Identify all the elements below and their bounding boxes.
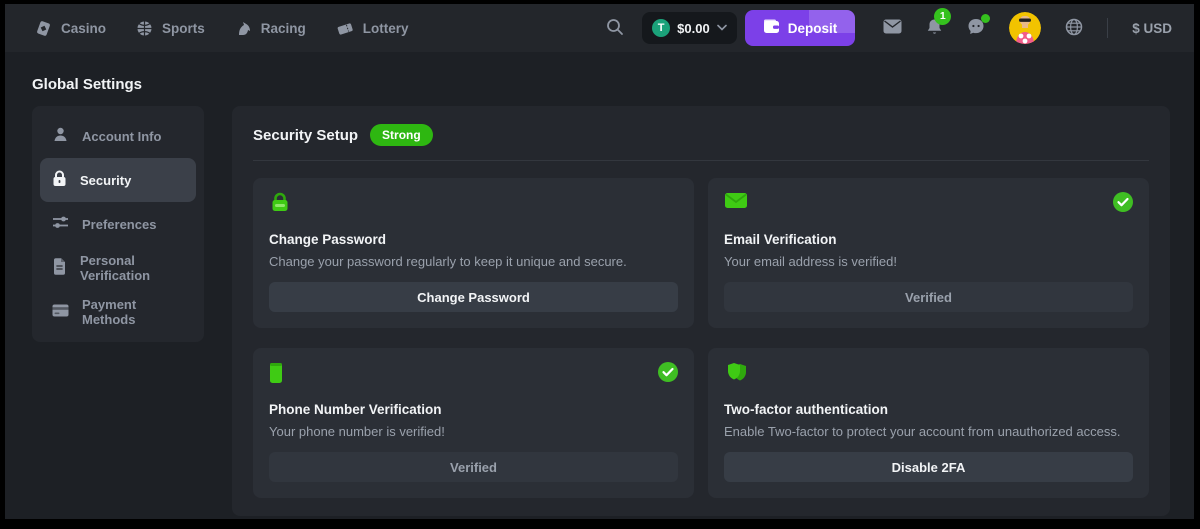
notifications-button[interactable]: 1 [926,18,943,39]
wallet-icon [763,19,780,37]
nav-item-label: Racing [261,21,306,36]
search-icon [606,18,624,39]
card-title: Phone Number Verification [269,402,678,417]
mail-icon [883,19,902,37]
card-icon [52,304,69,320]
security-cards-grid: Change Password Change your password reg… [253,178,1149,498]
card-description: Enable Two-factor to protect your accoun… [724,424,1133,439]
deposit-button[interactable]: Deposit [745,10,856,46]
currency-label: $ USD [1132,21,1172,36]
nav-item-label: Sports [162,21,205,36]
balance-selector[interactable]: T $0.00 [642,12,737,44]
content-area: Global Settings Account Info Security [5,52,1194,516]
card-description: Your phone number is verified! [269,424,678,439]
strength-badge: Strong [370,124,433,146]
sidebar-item-account-info[interactable]: Account Info [40,114,196,158]
messages-button[interactable] [883,19,902,37]
sidebar-item-preferences[interactable]: Preferences [40,202,196,246]
nav-item-lottery[interactable]: Lottery [336,20,409,37]
settings-sidebar: Account Info Security Preferences [32,106,204,342]
verified-check-icon [1113,192,1133,217]
card-change-password: Change Password Change your password reg… [253,178,694,328]
card-title: Change Password [269,232,678,247]
nav-divider [1107,18,1108,38]
sidebar-item-label: Account Info [82,129,161,144]
document-icon [52,258,67,278]
panel-divider [253,160,1149,161]
chat-button[interactable] [967,18,985,38]
panel-title: Security Setup [253,127,358,144]
card-description: Your email address is verified! [724,254,1133,269]
security-panel: Security Setup Strong Change Password Ch… [232,106,1170,516]
panel-header: Security Setup Strong [253,124,1149,146]
sidebar-item-label: Preferences [82,217,156,232]
nav-right-icons: 1 $ USD [883,12,1172,44]
verified-check-icon [658,362,678,387]
page-title: Global Settings [32,76,1170,93]
card-description: Change your password regularly to keep i… [269,254,678,269]
phone-verified-button[interactable]: Verified [269,452,678,482]
casino-icon [35,20,52,37]
card-phone-verification: Phone Number Verification Your phone num… [253,348,694,498]
notification-count-badge: 1 [934,8,951,25]
email-verified-button[interactable]: Verified [724,282,1133,312]
card-two-factor: Two-factor authentication Enable Two-fac… [708,348,1149,498]
app-window: Casino Sports Racing Lottery [5,4,1194,519]
deposit-label: Deposit [788,21,838,36]
user-icon [52,126,69,146]
nav-item-label: Casino [61,21,106,36]
currency-selector[interactable]: $ USD [1132,21,1172,36]
sports-icon [136,20,153,37]
phone-icon [269,362,283,389]
card-email-verification: Email Verification Your email address is… [708,178,1149,328]
envelope-icon [724,192,748,214]
change-password-button[interactable]: Change Password [269,282,678,312]
nav-item-casino[interactable]: Casino [35,20,106,37]
racing-icon [235,20,252,37]
language-button[interactable] [1065,18,1083,39]
search-button[interactable] [606,18,624,39]
nav-item-racing[interactable]: Racing [235,20,306,37]
lottery-icon [336,20,354,37]
avatar[interactable] [1009,12,1041,44]
shields-icon [724,362,750,389]
sidebar-item-payment-methods[interactable]: Payment Methods [40,290,196,334]
sidebar-item-personal-verification[interactable]: Personal Verification [40,246,196,290]
card-title: Email Verification [724,232,1133,247]
tether-coin-icon: T [652,19,670,37]
nav-item-label: Lottery [363,21,409,36]
primary-nav: Casino Sports Racing Lottery [35,20,409,37]
sidebar-item-security[interactable]: Security [40,158,196,202]
card-title: Two-factor authentication [724,402,1133,417]
sidebar-item-label: Payment Methods [82,297,184,327]
sidebar-item-label: Personal Verification [80,253,184,283]
screenshot-frame: Casino Sports Racing Lottery [0,0,1200,529]
padlock-icon [269,192,291,218]
disable-2fa-button[interactable]: Disable 2FA [724,452,1133,482]
online-dot [981,14,990,23]
sliders-icon [52,215,69,233]
top-navbar: Casino Sports Racing Lottery [5,4,1194,52]
globe-icon [1065,18,1083,39]
balance-amount: $0.00 [677,21,710,36]
nav-item-sports[interactable]: Sports [136,20,205,37]
sidebar-item-label: Security [80,173,131,188]
lock-icon [52,170,67,190]
chevron-down-icon [717,23,727,34]
